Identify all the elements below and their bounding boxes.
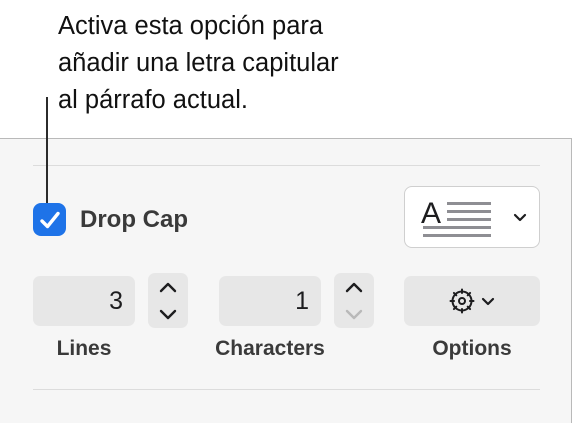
lines-caption: Lines [56, 337, 112, 360]
bottom-separator [33, 389, 540, 390]
characters-caption: Characters [215, 337, 325, 360]
drop-cap-style-icon: A [421, 197, 491, 237]
options-button[interactable] [404, 276, 540, 326]
chevron-down-icon [159, 309, 177, 319]
lines-decrement-button[interactable] [148, 301, 188, 328]
chevron-down-icon [345, 309, 363, 319]
lines-increment-button[interactable] [148, 273, 188, 300]
callout-leader-line [46, 97, 48, 219]
callout-line-1: Activa esta opción para [58, 12, 324, 40]
drop-cap-label: Drop Cap [80, 206, 188, 233]
lines-stepper [148, 273, 188, 328]
characters-decrement-button[interactable] [334, 301, 374, 328]
gear-icon [449, 288, 475, 314]
drop-cap-style-popup[interactable]: A [404, 186, 540, 248]
chevron-down-icon [481, 297, 495, 305]
characters-field[interactable]: 1 [219, 276, 321, 326]
callout-text: Activa esta opción para añadir una letra… [58, 8, 558, 119]
drop-cap-checkbox[interactable] [33, 203, 66, 236]
checkmark-icon [39, 211, 60, 228]
characters-increment-button[interactable] [334, 273, 374, 300]
top-separator [33, 165, 540, 166]
callout-line-2: añadir una letra capitular [58, 49, 339, 77]
style-glyph-letter: A [421, 197, 441, 230]
chevron-up-icon [159, 282, 177, 292]
chevron-up-icon [345, 282, 363, 292]
callout-line-3: al párrafo actual. [58, 86, 248, 114]
chevron-down-icon [513, 213, 527, 222]
options-caption: Options [432, 337, 512, 360]
characters-stepper [334, 273, 374, 328]
lines-field[interactable]: 3 [33, 276, 135, 326]
